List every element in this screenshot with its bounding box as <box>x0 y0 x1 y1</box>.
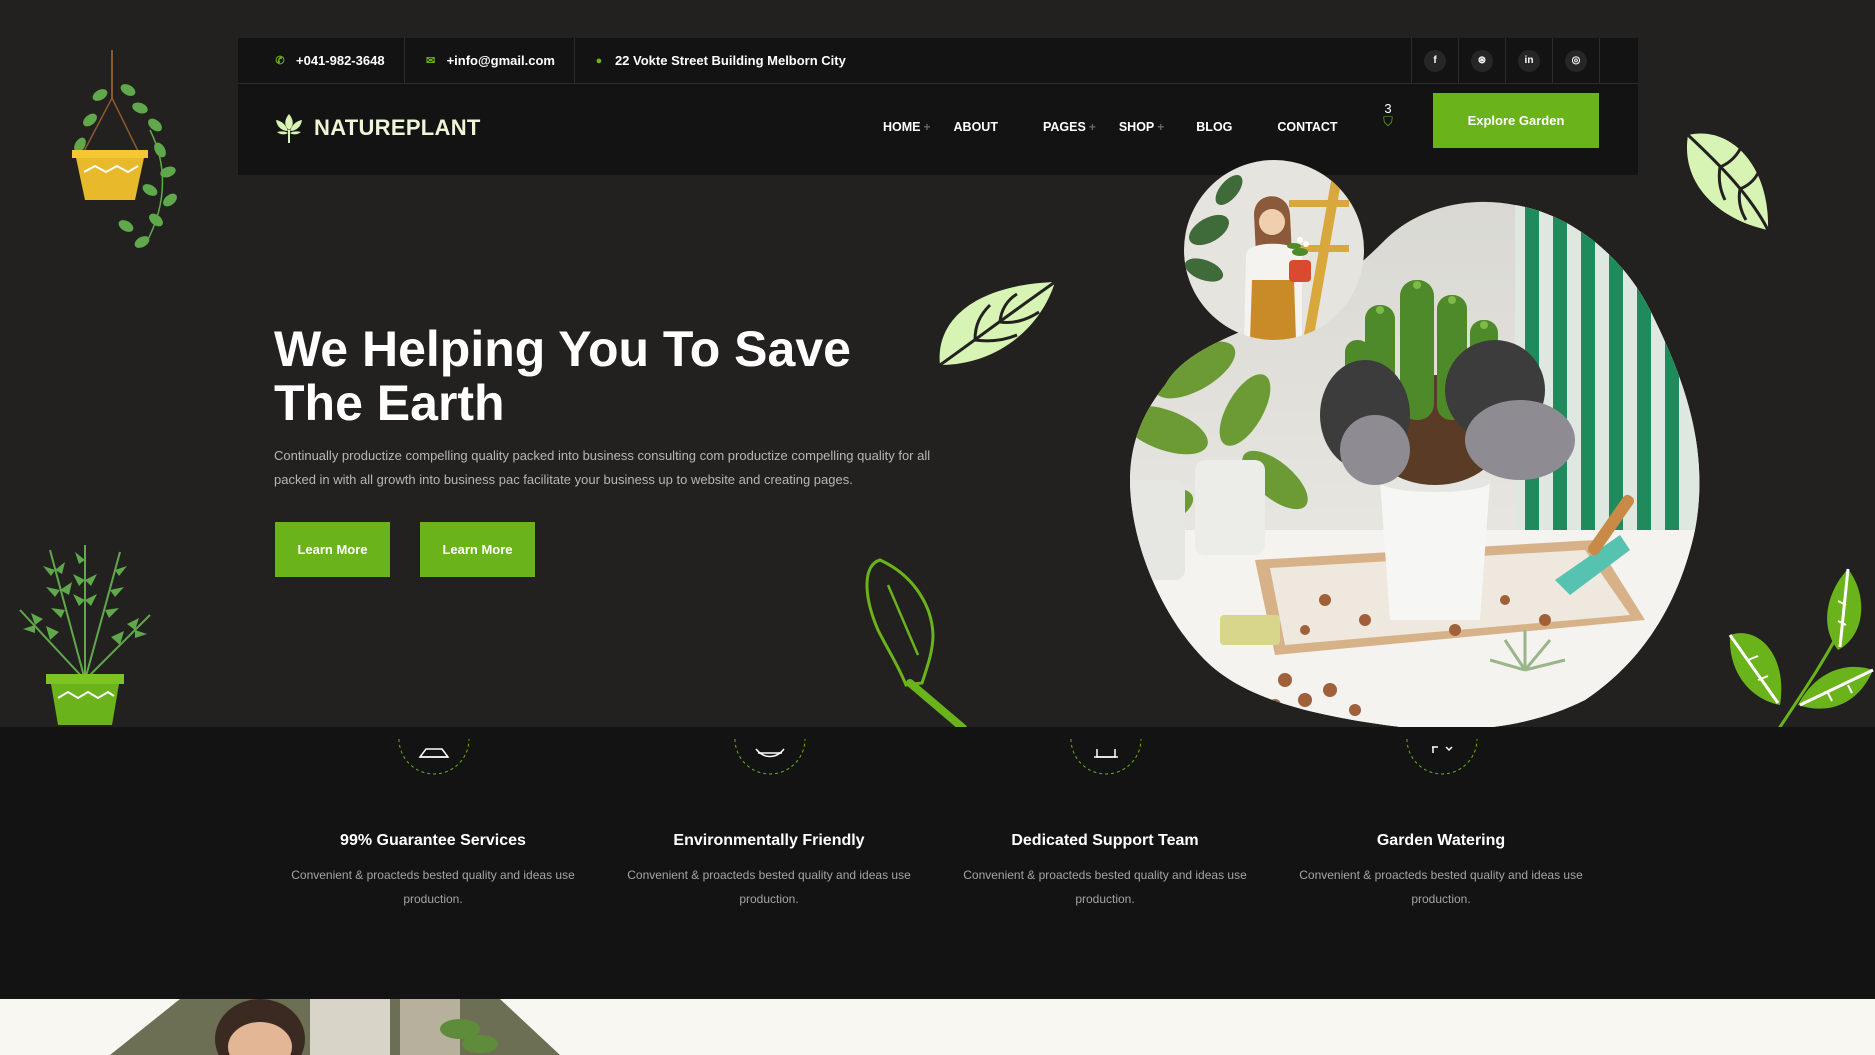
nav-item-home[interactable]: HOME + <box>883 120 931 134</box>
map-pin-icon: ● <box>595 54 603 67</box>
nav-item-about[interactable]: ABOUT <box>954 120 998 134</box>
feature-description: Convenient & proacteds bested quality an… <box>627 868 911 906</box>
learn-more-button[interactable]: Learn More <box>275 522 390 577</box>
support-team-icon <box>1070 739 1142 775</box>
nav-label: BLOG <box>1196 120 1233 134</box>
leaf-decoration <box>939 280 1056 367</box>
address-info: ● 22 Vokte Street Building Melborn City <box>575 38 865 83</box>
leaf-logo-icon <box>276 114 302 143</box>
eco-friendly-icon <box>734 739 806 775</box>
hero-title: We Helping You To Save The Earth <box>274 321 851 431</box>
nav-menu: HOME + ABOUT PAGES + SHOP + BLOG CONTACT <box>883 120 1338 134</box>
facebook-icon: f <box>1424 49 1446 72</box>
trowel-decoration <box>865 558 967 727</box>
plus-icon: + <box>923 120 931 134</box>
site-header: ✆ +041-982-3648 ✉ +info@gmail.com ● 22 V… <box>238 38 1638 175</box>
hero-description: Continually productize compelling qualit… <box>274 448 931 487</box>
nav-label: SHOP <box>1118 120 1155 134</box>
feature-title: Environmentally Friendly <box>673 832 865 849</box>
nav-item-pages[interactable]: PAGES + <box>1043 120 1096 134</box>
feature-title: Garden Watering <box>1376 832 1506 849</box>
guarantee-icon <box>398 739 470 775</box>
potted-plant-decoration <box>19 545 151 725</box>
about-section-preview <box>0 999 1875 1055</box>
feature-description: Convenient & proacteds bested quality an… <box>291 868 575 906</box>
top-bar: ✆ +041-982-3648 ✉ +info@gmail.com ● 22 V… <box>238 38 1638 84</box>
dribbble-icon: ⊛ <box>1471 49 1493 72</box>
feature-title: 99% Guarantee Services <box>340 832 526 849</box>
nav-label: PAGES <box>1042 120 1086 134</box>
main-navigation: NATUREPLANT HOME + ABOUT PAGES + SHOP + BLO… <box>238 84 1638 175</box>
basket-icon: ⛉ <box>1383 114 1393 129</box>
facebook-link[interactable]: f <box>1412 38 1459 83</box>
site-logo[interactable]: NATUREPLANT <box>274 112 481 144</box>
nav-item-blog[interactable]: BLOG <box>1196 120 1232 134</box>
phone-info[interactable]: ✆ +041-982-3648 <box>238 38 405 83</box>
nav-label: CONTACT <box>1277 120 1338 134</box>
nav-item-shop[interactable]: SHOP + <box>1119 120 1164 134</box>
features-section: 99% Guarantee Services Convenient & proa… <box>0 727 1875 999</box>
nav-item-contact[interactable]: CONTACT <box>1277 120 1337 134</box>
plus-icon: + <box>1157 120 1165 134</box>
about-image <box>110 999 560 1055</box>
instagram-link[interactable]: ◎ <box>1553 38 1600 83</box>
email-info[interactable]: ✉ +info@gmail.com <box>405 38 575 83</box>
feature-title: Dedicated Support Team <box>1011 832 1199 849</box>
dribbble-link[interactable]: ⊛ <box>1459 38 1506 83</box>
leaves-decoration <box>1728 568 1874 727</box>
cart-button[interactable]: 3 ⛉ <box>1378 102 1398 129</box>
phone-icon: ✆ <box>275 55 285 67</box>
address-text: 22 Vokte Street Building Melborn City <box>614 53 846 68</box>
hero-section: ✆ +041-982-3648 ✉ +info@gmail.com ● 22 V… <box>0 0 1875 727</box>
feature-description: Convenient & proacteds bested quality an… <box>963 868 1247 906</box>
instagram-icon: ◎ <box>1565 49 1587 72</box>
plus-icon: + <box>1088 120 1096 134</box>
feature-description: Convenient & proacteds bested quality an… <box>1299 868 1583 906</box>
nav-label: HOME <box>883 120 921 134</box>
hanging-plant-decoration <box>72 50 177 248</box>
email-address: +info@gmail.com <box>446 53 555 68</box>
linkedin-link[interactable]: in <box>1506 38 1553 83</box>
watering-can-icon <box>1406 739 1478 775</box>
brand-name: NATUREPLANT <box>314 115 481 140</box>
linkedin-icon: in <box>1518 49 1540 72</box>
phone-number: +041-982-3648 <box>296 53 385 68</box>
explore-garden-button[interactable]: Explore Garden <box>1433 93 1599 148</box>
learn-more-button-secondary[interactable]: Learn More <box>420 522 535 577</box>
hero-circle-image <box>1184 160 1364 340</box>
nav-label: ABOUT <box>953 120 998 134</box>
envelope-icon: ✉ <box>425 55 436 67</box>
